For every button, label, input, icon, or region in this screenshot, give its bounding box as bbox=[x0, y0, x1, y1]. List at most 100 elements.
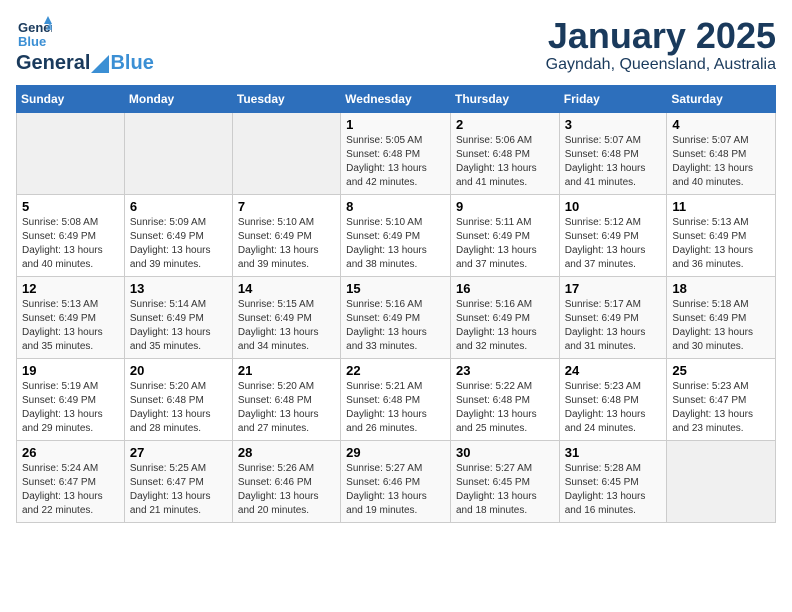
calendar-cell: 24 Sunrise: 5:23 AM Sunset: 6:48 PM Dayli… bbox=[559, 359, 667, 441]
calendar-cell: 28 Sunrise: 5:26 AM Sunset: 6:46 PM Dayli… bbox=[232, 441, 340, 523]
calendar-cell: 9 Sunrise: 5:11 AM Sunset: 6:49 PM Daylig… bbox=[450, 195, 559, 277]
day-number: 17 bbox=[565, 281, 662, 296]
calendar-cell bbox=[17, 113, 125, 195]
day-info: Sunrise: 5:25 AM Sunset: 6:47 PM Dayligh… bbox=[130, 462, 227, 518]
calendar-cell: 16 Sunrise: 5:16 AM Sunset: 6:49 PM Dayli… bbox=[450, 277, 559, 359]
day-number: 13 bbox=[130, 281, 227, 296]
calendar-cell: 30 Sunrise: 5:27 AM Sunset: 6:45 PM Dayli… bbox=[450, 441, 559, 523]
calendar-cell: 5 Sunrise: 5:08 AM Sunset: 6:49 PM Daylig… bbox=[17, 195, 125, 277]
calendar-cell: 8Sunrise: 5:10 AM Sunset: 6:49 PM Daylig… bbox=[341, 195, 451, 277]
calendar-cell: 26Sunrise: 5:24 AM Sunset: 6:47 PM Dayli… bbox=[17, 441, 125, 523]
day-number: 4 bbox=[672, 117, 770, 132]
day-number: 2 bbox=[456, 117, 554, 132]
calendar-cell bbox=[124, 113, 232, 195]
day-info: Sunrise: 5:22 AM Sunset: 6:48 PM Dayligh… bbox=[456, 380, 554, 436]
calendar-cell bbox=[232, 113, 340, 195]
day-info: Sunrise: 5:09 AM Sunset: 6:49 PM Dayligh… bbox=[130, 216, 227, 272]
calendar-cell: 25 Sunrise: 5:23 AM Sunset: 6:47 PM Dayli… bbox=[667, 359, 776, 441]
day-info: Sunrise: 5:16 AM Sunset: 6:49 PM Dayligh… bbox=[456, 298, 554, 354]
day-number: 27 bbox=[130, 445, 227, 460]
weekday-header-tuesday: Tuesday bbox=[232, 86, 340, 113]
calendar-table: SundayMondayTuesdayWednesdayThursdayFrid… bbox=[16, 85, 776, 523]
calendar-cell: 27 Sunrise: 5:25 AM Sunset: 6:47 PM Dayli… bbox=[124, 441, 232, 523]
calendar-cell: 1 Sunrise: 5:05 AM Sunset: 6:48 PM Daylig… bbox=[341, 113, 451, 195]
day-info: Sunrise: 5:11 AM Sunset: 6:49 PM Dayligh… bbox=[456, 216, 554, 272]
day-info: Sunrise: 5:21 AM Sunset: 6:48 PM Dayligh… bbox=[346, 380, 445, 436]
weekday-header-sunday: Sunday bbox=[17, 86, 125, 113]
calendar-week-2: 5 Sunrise: 5:08 AM Sunset: 6:49 PM Daylig… bbox=[17, 195, 776, 277]
weekday-header-saturday: Saturday bbox=[667, 86, 776, 113]
calendar-cell: 22 Sunrise: 5:21 AM Sunset: 6:48 PM Dayli… bbox=[341, 359, 451, 441]
day-number: 6 bbox=[130, 199, 227, 214]
day-info: Sunrise: 5:20 AM Sunset: 6:48 PM Dayligh… bbox=[238, 380, 335, 436]
calendar-subtitle: Gayndah, Queensland, Australia bbox=[546, 56, 776, 74]
day-number: 29 bbox=[346, 445, 445, 460]
day-info: Sunrise: 5:23 AM Sunset: 6:47 PM Dayligh… bbox=[672, 380, 770, 436]
calendar-cell: 20 Sunrise: 5:20 AM Sunset: 6:48 PM Dayli… bbox=[124, 359, 232, 441]
day-number: 8 bbox=[346, 199, 445, 214]
day-info: Sunrise: 5:20 AM Sunset: 6:48 PM Dayligh… bbox=[130, 380, 227, 436]
day-number: 30 bbox=[456, 445, 554, 460]
day-info: Sunrise: 5:26 AM Sunset: 6:46 PM Dayligh… bbox=[238, 462, 335, 518]
day-number: 12 bbox=[22, 281, 119, 296]
day-number: 22 bbox=[346, 363, 445, 378]
calendar-cell: 10 Sunrise: 5:12 AM Sunset: 6:49 PM Dayli… bbox=[559, 195, 667, 277]
day-number: 28 bbox=[238, 445, 335, 460]
day-number: 5 bbox=[22, 199, 119, 214]
day-info: Sunrise: 5:05 AM Sunset: 6:48 PM Dayligh… bbox=[346, 134, 445, 190]
logo: General Blue General Blue bbox=[16, 16, 154, 75]
calendar-cell: 19Sunrise: 5:19 AM Sunset: 6:49 PM Dayli… bbox=[17, 359, 125, 441]
day-info: Sunrise: 5:23 AM Sunset: 6:48 PM Dayligh… bbox=[565, 380, 662, 436]
day-info: Sunrise: 5:15 AM Sunset: 6:49 PM Dayligh… bbox=[238, 298, 335, 354]
calendar-body: 1 Sunrise: 5:05 AM Sunset: 6:48 PM Daylig… bbox=[17, 113, 776, 523]
day-info: Sunrise: 5:13 AM Sunset: 6:49 PM Dayligh… bbox=[22, 298, 119, 354]
day-number: 24 bbox=[565, 363, 662, 378]
calendar-cell: 4Sunrise: 5:07 AM Sunset: 6:48 PM Daylig… bbox=[667, 113, 776, 195]
day-info: Sunrise: 5:27 AM Sunset: 6:45 PM Dayligh… bbox=[456, 462, 554, 518]
calendar-week-4: 19Sunrise: 5:19 AM Sunset: 6:49 PM Dayli… bbox=[17, 359, 776, 441]
day-number: 20 bbox=[130, 363, 227, 378]
day-info: Sunrise: 5:10 AM Sunset: 6:49 PM Dayligh… bbox=[238, 216, 335, 272]
calendar-cell: 6 Sunrise: 5:09 AM Sunset: 6:49 PM Daylig… bbox=[124, 195, 232, 277]
logo-general: General bbox=[16, 52, 90, 75]
calendar-cell: 21 Sunrise: 5:20 AM Sunset: 6:48 PM Dayli… bbox=[232, 359, 340, 441]
weekday-header-row: SundayMondayTuesdayWednesdayThursdayFrid… bbox=[17, 86, 776, 113]
day-info: Sunrise: 5:12 AM Sunset: 6:49 PM Dayligh… bbox=[565, 216, 662, 272]
day-info: Sunrise: 5:27 AM Sunset: 6:46 PM Dayligh… bbox=[346, 462, 445, 518]
day-info: Sunrise: 5:18 AM Sunset: 6:49 PM Dayligh… bbox=[672, 298, 770, 354]
weekday-header-monday: Monday bbox=[124, 86, 232, 113]
day-number: 21 bbox=[238, 363, 335, 378]
calendar-cell: 18 Sunrise: 5:18 AM Sunset: 6:49 PM Dayli… bbox=[667, 277, 776, 359]
day-number: 23 bbox=[456, 363, 554, 378]
day-number: 26 bbox=[22, 445, 119, 460]
calendar-cell bbox=[667, 441, 776, 523]
day-number: 9 bbox=[456, 199, 554, 214]
calendar-title: January 2025 bbox=[546, 16, 776, 56]
calendar-cell: 11Sunrise: 5:13 AM Sunset: 6:49 PM Dayli… bbox=[667, 195, 776, 277]
calendar-cell: 31Sunrise: 5:28 AM Sunset: 6:45 PM Dayli… bbox=[559, 441, 667, 523]
calendar-cell: 12 Sunrise: 5:13 AM Sunset: 6:49 PM Dayli… bbox=[17, 277, 125, 359]
day-info: Sunrise: 5:14 AM Sunset: 6:49 PM Dayligh… bbox=[130, 298, 227, 354]
calendar-cell: 17 Sunrise: 5:17 AM Sunset: 6:49 PM Dayli… bbox=[559, 277, 667, 359]
day-number: 19 bbox=[22, 363, 119, 378]
day-number: 1 bbox=[346, 117, 445, 132]
calendar-cell: 14Sunrise: 5:15 AM Sunset: 6:49 PM Dayli… bbox=[232, 277, 340, 359]
svg-text:Blue: Blue bbox=[18, 34, 46, 49]
weekday-header-friday: Friday bbox=[559, 86, 667, 113]
day-info: Sunrise: 5:08 AM Sunset: 6:49 PM Dayligh… bbox=[22, 216, 119, 272]
day-info: Sunrise: 5:17 AM Sunset: 6:49 PM Dayligh… bbox=[565, 298, 662, 354]
day-info: Sunrise: 5:07 AM Sunset: 6:48 PM Dayligh… bbox=[565, 134, 662, 190]
day-number: 7 bbox=[238, 199, 335, 214]
page-header: General Blue General Blue January 2025 G… bbox=[16, 16, 776, 75]
day-number: 18 bbox=[672, 281, 770, 296]
calendar-cell: 3 Sunrise: 5:07 AM Sunset: 6:48 PM Daylig… bbox=[559, 113, 667, 195]
calendar-week-3: 12 Sunrise: 5:13 AM Sunset: 6:49 PM Dayli… bbox=[17, 277, 776, 359]
day-number: 25 bbox=[672, 363, 770, 378]
weekday-header-thursday: Thursday bbox=[450, 86, 559, 113]
day-info: Sunrise: 5:13 AM Sunset: 6:49 PM Dayligh… bbox=[672, 216, 770, 272]
day-number: 10 bbox=[565, 199, 662, 214]
day-number: 16 bbox=[456, 281, 554, 296]
day-number: 3 bbox=[565, 117, 662, 132]
logo-blue: Blue bbox=[110, 52, 153, 75]
title-section: January 2025 Gayndah, Queensland, Austra… bbox=[546, 16, 776, 74]
